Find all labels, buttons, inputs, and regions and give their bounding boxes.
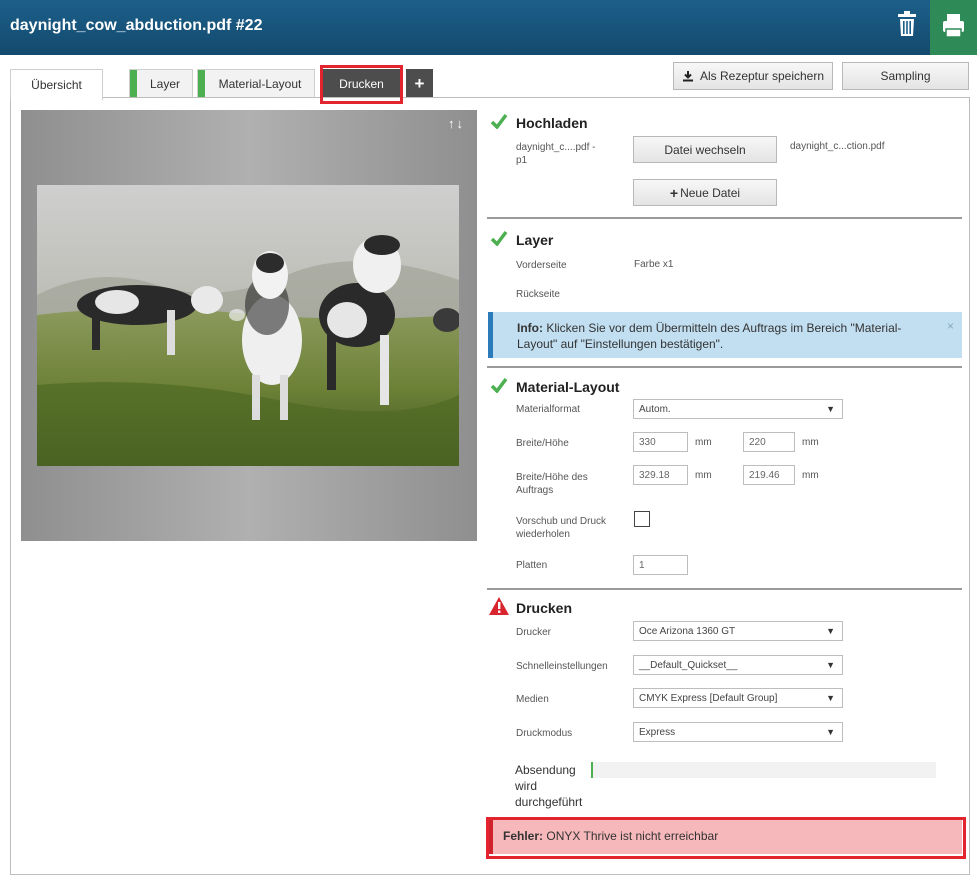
job-width-value: 329.18 (639, 469, 670, 481)
sampling-label: Sampling (880, 69, 931, 83)
front-side-label: Vorderseite (516, 260, 567, 271)
printer-select[interactable]: Oce Arizona 1360 GT ▼ (633, 621, 843, 641)
job-height-value: 219.46 (749, 469, 780, 481)
print-mode-label: Druckmodus (516, 728, 573, 739)
section-title-material-layout: Material-Layout (516, 379, 620, 395)
section-title-upload: Hochladen (516, 115, 588, 131)
media-value: CMYK Express [Default Group] (639, 692, 778, 704)
media-label: Medien (516, 694, 549, 705)
printer-value: Oce Arizona 1360 GT (639, 625, 736, 637)
plus-icon: + (669, 184, 679, 201)
print-button[interactable] (930, 0, 977, 55)
tab-overview[interactable]: Übersicht (10, 69, 103, 100)
job-height-unit: mm (802, 470, 819, 481)
printer-label: Drucker (516, 627, 552, 638)
repeat-label: Vorschub und Druck wiederholen (516, 516, 607, 540)
preview-image (37, 185, 459, 466)
size-label: Breite/Höhe (516, 438, 569, 449)
page-title: daynight_cow_abduction.pdf #22 (10, 17, 263, 34)
change-file-button[interactable]: Datei wechseln (633, 136, 777, 163)
info-alert: Info: Klicken Sie vor dem Übermitteln de… (488, 312, 962, 358)
chevron-down-icon: ▼ (826, 693, 835, 703)
plus-icon: + (414, 73, 425, 93)
check-icon (490, 113, 508, 129)
error-label: Fehler: (503, 829, 544, 843)
material-format-label: Materialformat (516, 404, 580, 415)
sampling-button[interactable]: Sampling (842, 62, 969, 90)
add-tab-button[interactable]: + (406, 69, 433, 98)
repeat-checkbox[interactable] (634, 511, 650, 527)
close-icon[interactable]: × (947, 318, 954, 334)
front-side-value: Farbe x1 (634, 259, 674, 270)
width-value: 330 (639, 436, 656, 448)
material-format-select[interactable]: Autom. ▼ (633, 399, 843, 419)
material-format-value: Autom. (639, 403, 671, 415)
job-width-input[interactable]: 329.18 (633, 465, 688, 485)
chevron-down-icon: ▼ (826, 626, 835, 636)
section-title-layer: Layer (516, 232, 554, 248)
tab-overview-label: Übersicht (31, 78, 82, 92)
plates-input[interactable]: 1 (633, 555, 688, 575)
trash-icon[interactable] (893, 10, 921, 40)
print-mode-value: Express (639, 726, 676, 738)
quickset-select[interactable]: __Default_Quickset__ ▼ (633, 655, 843, 675)
preview-area: ↑↓ (21, 110, 477, 541)
submit-progress-bar (591, 762, 936, 778)
save-recipe-label: Als Rezeptur speichern (699, 69, 825, 83)
back-side-label: Rückseite (516, 289, 560, 300)
progress-label: Absendung wird durchgeführt (515, 763, 583, 809)
upload-file-short: daynight_c....pdf - p1 (516, 142, 596, 166)
warning-icon (489, 597, 509, 615)
status-indicator (130, 70, 137, 98)
chevron-down-icon: ▼ (826, 727, 835, 737)
media-select[interactable]: CMYK Express [Default Group] ▼ (633, 688, 843, 708)
chevron-down-icon: ▼ (826, 660, 835, 670)
error-alert: Fehler: ONYX Thrive ist nicht erreichbar (488, 820, 962, 854)
print-mode-select[interactable]: Express ▼ (633, 722, 843, 742)
plates-label: Platten (516, 560, 548, 571)
tab-material-layout-label: Material-Layout (218, 77, 302, 91)
height-value: 220 (749, 436, 766, 448)
job-height-input[interactable]: 219.46 (743, 465, 795, 485)
save-recipe-button[interactable]: Als Rezeptur speichern (673, 62, 833, 90)
app-header: daynight_cow_abduction.pdf #22 (0, 0, 977, 55)
tab-material-layout[interactable]: Material-Layout (197, 69, 315, 98)
width-unit: mm (695, 437, 712, 448)
height-unit: mm (802, 437, 819, 448)
width-input[interactable]: 330 (633, 432, 688, 452)
chevron-down-icon: ▼ (826, 404, 835, 414)
section-divider (487, 588, 962, 590)
section-title-print: Drucken (516, 600, 573, 616)
new-file-label: Neue Datei (680, 185, 741, 200)
printer-icon (943, 14, 964, 38)
change-file-label: Datei wechseln (664, 142, 746, 157)
check-icon (490, 377, 508, 393)
swap-arrows-icon[interactable]: ↑↓ (448, 116, 465, 131)
height-input[interactable]: 220 (743, 432, 795, 452)
info-label: Info: (517, 321, 543, 335)
tab-layer[interactable]: Layer (129, 69, 193, 98)
plates-value: 1 (639, 559, 645, 571)
new-file-button[interactable]: + Neue Datei (633, 179, 777, 206)
check-icon (490, 230, 508, 246)
download-icon (682, 71, 693, 82)
section-divider (487, 366, 962, 368)
quickset-label: Schnelleinstellungen (516, 661, 608, 672)
job-size-label: Breite/Höhe des Auftrags (516, 472, 588, 496)
error-text: ONYX Thrive ist nicht erreichbar (546, 829, 719, 843)
upload-file-name: daynight_c...ction.pdf (790, 141, 885, 152)
tab-layer-label: Layer (149, 77, 181, 91)
quickset-value: __Default_Quickset__ (639, 659, 738, 671)
status-indicator (198, 70, 205, 98)
tab-print-label: Drucken (339, 77, 384, 91)
job-width-unit: mm (695, 470, 712, 481)
info-text: Klicken Sie vor dem Übermitteln des Auft… (517, 321, 902, 351)
section-divider (487, 217, 962, 219)
tab-print[interactable]: Drucken (323, 69, 400, 98)
